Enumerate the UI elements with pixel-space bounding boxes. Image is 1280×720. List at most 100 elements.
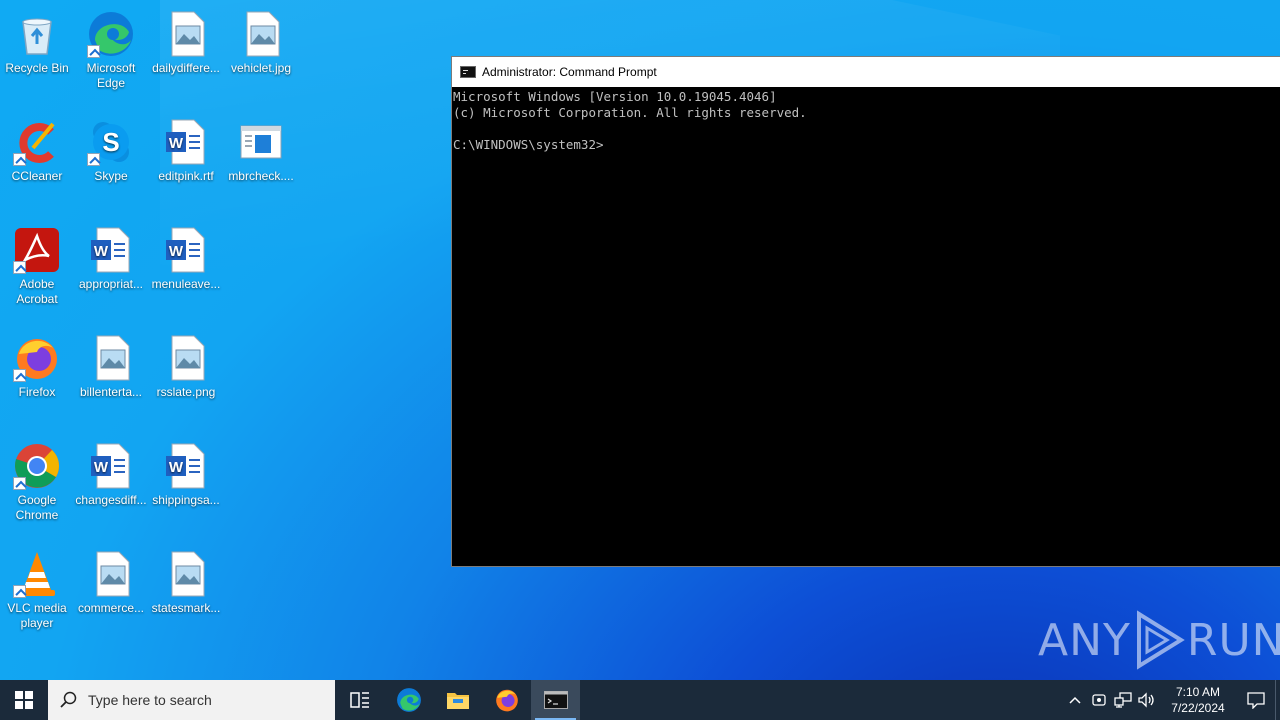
desktop-icon-ccleaner[interactable]: CCleaner <box>0 112 74 208</box>
svg-text:W: W <box>169 243 184 260</box>
system-tray: 7:10 AM 7/22/2024 <box>1063 680 1280 720</box>
desktop-icon-image-file[interactable]: rsslate.png <box>149 328 223 424</box>
desktop-icon-label: CCleaner <box>11 169 63 183</box>
taskbar-firefox-button[interactable] <box>482 680 531 720</box>
taskbar-clock[interactable]: 7:10 AM 7/22/2024 <box>1163 684 1233 716</box>
shortcut-arrow-icon <box>87 45 100 58</box>
cmd-console[interactable]: Microsoft Windows [Version 10.0.19045.40… <box>452 87 1280 155</box>
cmd-window[interactable]: Administrator: Command Prompt Microsoft … <box>451 56 1280 567</box>
taskbar-edge-button[interactable] <box>384 680 433 720</box>
anyrun-watermark: ANY RUN <box>1038 608 1280 672</box>
desktop-icon-label: editpink.rtf <box>158 169 214 183</box>
desktop-icon-label: rsslate.png <box>156 385 216 399</box>
tray-device-button[interactable] <box>1087 680 1111 720</box>
chevron-up-icon <box>1069 696 1081 704</box>
play-logo-icon <box>1136 610 1185 670</box>
image-file-icon <box>162 550 210 598</box>
show-hidden-icons-button[interactable] <box>1063 680 1087 720</box>
console-line: Microsoft Windows [Version 10.0.19045.40… <box>453 89 777 104</box>
recycle-bin-icon <box>13 10 61 58</box>
desktop-icon-skype[interactable]: S Skype <box>74 112 148 208</box>
svg-text:W: W <box>94 459 109 476</box>
shortcut-arrow-icon <box>87 153 100 166</box>
desktop-icon-recycle-bin[interactable]: Recycle Bin <box>0 4 74 100</box>
ccleaner-icon <box>13 118 61 166</box>
windows-logo-icon <box>15 691 33 709</box>
desktop-icon-adobe-acrobat[interactable]: Adobe Acrobat <box>0 220 74 316</box>
watermark-text-right: RUN <box>1186 614 1280 666</box>
desktop-icon-label: commerce... <box>77 601 144 615</box>
taskbar-search-box[interactable]: Type here to search <box>48 680 335 720</box>
chrome-icon <box>13 442 61 490</box>
desktop-icon-vlc[interactable]: VLC media player <box>0 544 74 640</box>
shortcut-arrow-icon <box>13 261 26 274</box>
desktop-icon-word-file[interactable]: W appropriat... <box>74 220 148 316</box>
cmd-icon <box>543 691 568 709</box>
file-explorer-icon <box>446 693 469 709</box>
image-file-icon <box>87 550 135 598</box>
desktop-icon-google-chrome[interactable]: Google Chrome <box>0 436 74 532</box>
desktop-icon-firefox[interactable]: Firefox <box>0 328 74 424</box>
shortcut-arrow-icon <box>13 585 26 598</box>
start-button[interactable] <box>0 680 48 720</box>
desktop-icon-label: vehiclet.jpg <box>230 61 292 75</box>
cmd-icon <box>460 66 476 78</box>
desktop-icon-microsoft-edge[interactable]: Microsoft Edge <box>74 4 148 100</box>
show-desktop-button[interactable] <box>1275 680 1280 720</box>
taskbar: Type here to search 7:10 AM 7/22/2024 <box>0 680 1280 720</box>
svg-text:W: W <box>169 135 184 152</box>
desktop-icon-word-file[interactable]: W editpink.rtf <box>149 112 223 208</box>
task-view-icon <box>349 692 369 708</box>
desktop-icon-label: menuleave... <box>151 277 221 291</box>
image-file-icon <box>87 334 135 382</box>
window-file-icon <box>237 118 285 166</box>
image-file-icon <box>237 10 285 58</box>
desktop-icon-image-file[interactable]: dailydiffere... <box>149 4 223 100</box>
tray-volume-button[interactable] <box>1135 680 1159 720</box>
tray-network-button[interactable] <box>1111 680 1135 720</box>
cmd-window-title: Administrator: Command Prompt <box>482 65 657 79</box>
word-file-icon: W <box>162 118 210 166</box>
desktop-icon-word-file[interactable]: W changesdiff... <box>74 436 148 532</box>
desktop-icon-label: mbrcheck.... <box>228 169 294 183</box>
shortcut-arrow-icon <box>13 477 26 490</box>
desktop-icon-window-file[interactable]: mbrcheck.... <box>224 112 298 208</box>
desktop-icon-word-file[interactable]: W shippingsa... <box>149 436 223 532</box>
desktop-icon-image-file[interactable]: statesmark... <box>149 544 223 640</box>
desktop-icon-label: shippingsa... <box>152 493 220 507</box>
desktop-icon-image-file[interactable]: commerce... <box>74 544 148 640</box>
desktop-icon-label: Recycle Bin <box>5 61 69 75</box>
vlc-icon <box>13 550 61 598</box>
word-file-icon: W <box>87 226 135 274</box>
console-line: (c) Microsoft Corporation. All rights re… <box>453 105 807 120</box>
console-prompt-line: C:\WINDOWS\system32> <box>453 137 604 152</box>
cmd-titlebar[interactable]: Administrator: Command Prompt <box>452 57 1280 87</box>
device-icon <box>1092 694 1106 706</box>
desktop-icon-label: VLC media player <box>7 601 67 630</box>
image-file-icon <box>162 10 210 58</box>
desktop-icon-label: Firefox <box>18 385 56 399</box>
desktop-icon-label: Skype <box>94 169 128 183</box>
firefox-icon <box>13 334 61 382</box>
search-icon <box>60 691 77 708</box>
taskbar-cmd-button[interactable] <box>531 680 580 720</box>
shortcut-arrow-icon <box>13 153 26 166</box>
search-placeholder: Type here to search <box>88 692 212 708</box>
desktop-icon-label: Adobe Acrobat <box>16 277 58 306</box>
desktop-icon-word-file[interactable]: W menuleave... <box>149 220 223 316</box>
watermark-text-left: ANY <box>1038 614 1131 666</box>
desktop-icon-label: dailydiffere... <box>152 61 220 75</box>
edge-icon <box>87 10 135 58</box>
desktop-icon-image-file[interactable]: billenterta... <box>74 328 148 424</box>
edge-icon <box>396 688 421 712</box>
taskbar-file-explorer-button[interactable] <box>433 680 482 720</box>
notification-icon <box>1247 692 1265 709</box>
action-center-button[interactable] <box>1237 680 1275 720</box>
desktop-icon-label: Microsoft Edge <box>86 61 136 90</box>
desktop-icon-image-file[interactable]: vehiclet.jpg <box>224 4 298 100</box>
skype-icon: S <box>87 118 135 166</box>
image-file-icon <box>162 334 210 382</box>
task-view-button[interactable] <box>335 680 384 720</box>
word-file-icon: W <box>87 442 135 490</box>
